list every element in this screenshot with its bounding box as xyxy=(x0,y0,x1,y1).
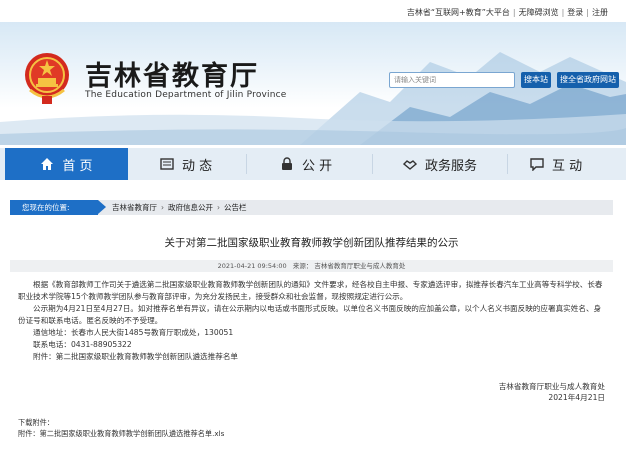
main-nav: 首 页 动 态 公 开 政务服务 互 动 xyxy=(0,148,626,180)
article-address: 通信地址：长春市人民大街1485号教育厅职成处，130051 xyxy=(33,328,234,337)
register-link[interactable]: 注册 xyxy=(592,8,608,17)
breadcrumb-label: 您现在的位置: xyxy=(10,200,106,215)
news-icon xyxy=(160,158,174,170)
signature-org: 吉林省教育厅职业与成人教育处 xyxy=(498,382,605,391)
nav-home-label: 首 页 xyxy=(62,158,93,174)
nav-interact[interactable]: 互 动 xyxy=(530,148,582,180)
top-links: 吉林省“互联网+教育”大平台 | 无障碍浏览 | 登录 | 注册 xyxy=(406,8,608,17)
article-phone: 联系电话：0431-88905322 xyxy=(33,340,132,349)
nav-services[interactable]: 政务服务 xyxy=(403,148,477,180)
article-body: 根据《教育部教师工作司关于遴选第二批国家级职业教育教师教学创新团队的通知》文件要… xyxy=(18,279,608,363)
breadcrumb: 您现在的位置: 吉林省教育厅 › 政府信息公开 › 公告栏 xyxy=(10,200,613,215)
chat-icon xyxy=(530,158,544,171)
nav-divider xyxy=(372,154,373,174)
home-icon xyxy=(41,158,54,170)
platform-link[interactable]: 吉林省“互联网+教育”大平台 xyxy=(407,8,510,17)
site-subtitle: The Education Department of Jilin Provin… xyxy=(85,90,287,100)
nav-news[interactable]: 动 态 xyxy=(160,148,212,180)
national-emblem-icon xyxy=(25,53,69,104)
article-date: 2021-04-21 09:54:00 xyxy=(217,262,287,270)
search-all-button[interactable]: 搜全省政府网站 xyxy=(557,72,619,88)
chevron-right-icon: › xyxy=(161,203,164,212)
lock-icon xyxy=(282,157,292,170)
article-meta: 2021-04-21 09:54:00 来源： 吉林省教育厅职业与成人教育处 xyxy=(10,260,613,272)
article-signature: 吉林省教育厅职业与成人教育处 2021年4月21日 xyxy=(499,381,605,403)
article-paragraph: 根据《教育部教师工作司关于遴选第二批国家级职业教育教师教学创新团队的通知》文件要… xyxy=(18,280,603,301)
nav-public[interactable]: 公 开 xyxy=(280,148,332,180)
site-title: 吉林省教育厅 xyxy=(85,61,259,92)
header-banner: 吉林省教育厅 The Education Department of Jilin… xyxy=(0,22,626,145)
nav-services-label: 政务服务 xyxy=(425,158,478,174)
nav-divider xyxy=(507,154,508,174)
signature-date: 2021年4月21日 xyxy=(548,393,605,402)
nav-home[interactable]: 首 页 xyxy=(5,148,128,180)
breadcrumb-item-public[interactable]: 政府信息公开 xyxy=(168,203,213,212)
article-source: 来源： 吉林省教育厅职业与成人教育处 xyxy=(292,262,406,270)
accessibility-link[interactable]: 无障碍浏览 xyxy=(519,8,559,17)
search-input[interactable]: 请输入关键词 xyxy=(389,72,515,88)
download-section: 下载附件： 附件：第二批国家级职业教育教师教学创新团队遴选推荐名单.xls xyxy=(18,417,224,439)
article-attachment: 附件：第二批国家级职业教育教师教学创新团队遴选推荐名单 xyxy=(33,352,239,361)
top-bar: 吉林省“互联网+教育”大平台 | 无障碍浏览 | 登录 | 注册 xyxy=(0,0,626,22)
search-site-button[interactable]: 搜本站 xyxy=(521,72,551,88)
nav-public-label: 公 开 xyxy=(302,158,333,174)
handshake-icon xyxy=(403,160,417,170)
article-title: 关于对第二批国家级职业教育教师教学创新团队推荐结果的公示 xyxy=(164,237,459,249)
nav-divider xyxy=(246,154,247,174)
article-paragraph: 公示期为4月21日至4月27日。如对推荐名单有异议，请在公示期内以电话或书面形式… xyxy=(18,304,602,325)
download-file-link[interactable]: 附件：第二批国家级职业教育教师教学创新团队遴选推荐名单.xls xyxy=(18,428,224,439)
breadcrumb-item-notice[interactable]: 公告栏 xyxy=(224,203,247,212)
article: 关于对第二批国家级职业教育教师教学创新团队推荐结果的公示 2021-04-21 … xyxy=(10,235,613,438)
chevron-right-icon: › xyxy=(217,203,220,212)
breadcrumb-items: 吉林省教育厅 › 政府信息公开 › 公告栏 xyxy=(112,200,247,215)
breadcrumb-item-home[interactable]: 吉林省教育厅 xyxy=(112,203,157,212)
download-label: 下载附件： xyxy=(18,418,54,427)
nav-news-label: 动 态 xyxy=(182,158,213,174)
login-link[interactable]: 登录 xyxy=(567,8,583,17)
nav-interact-label: 互 动 xyxy=(552,158,583,174)
